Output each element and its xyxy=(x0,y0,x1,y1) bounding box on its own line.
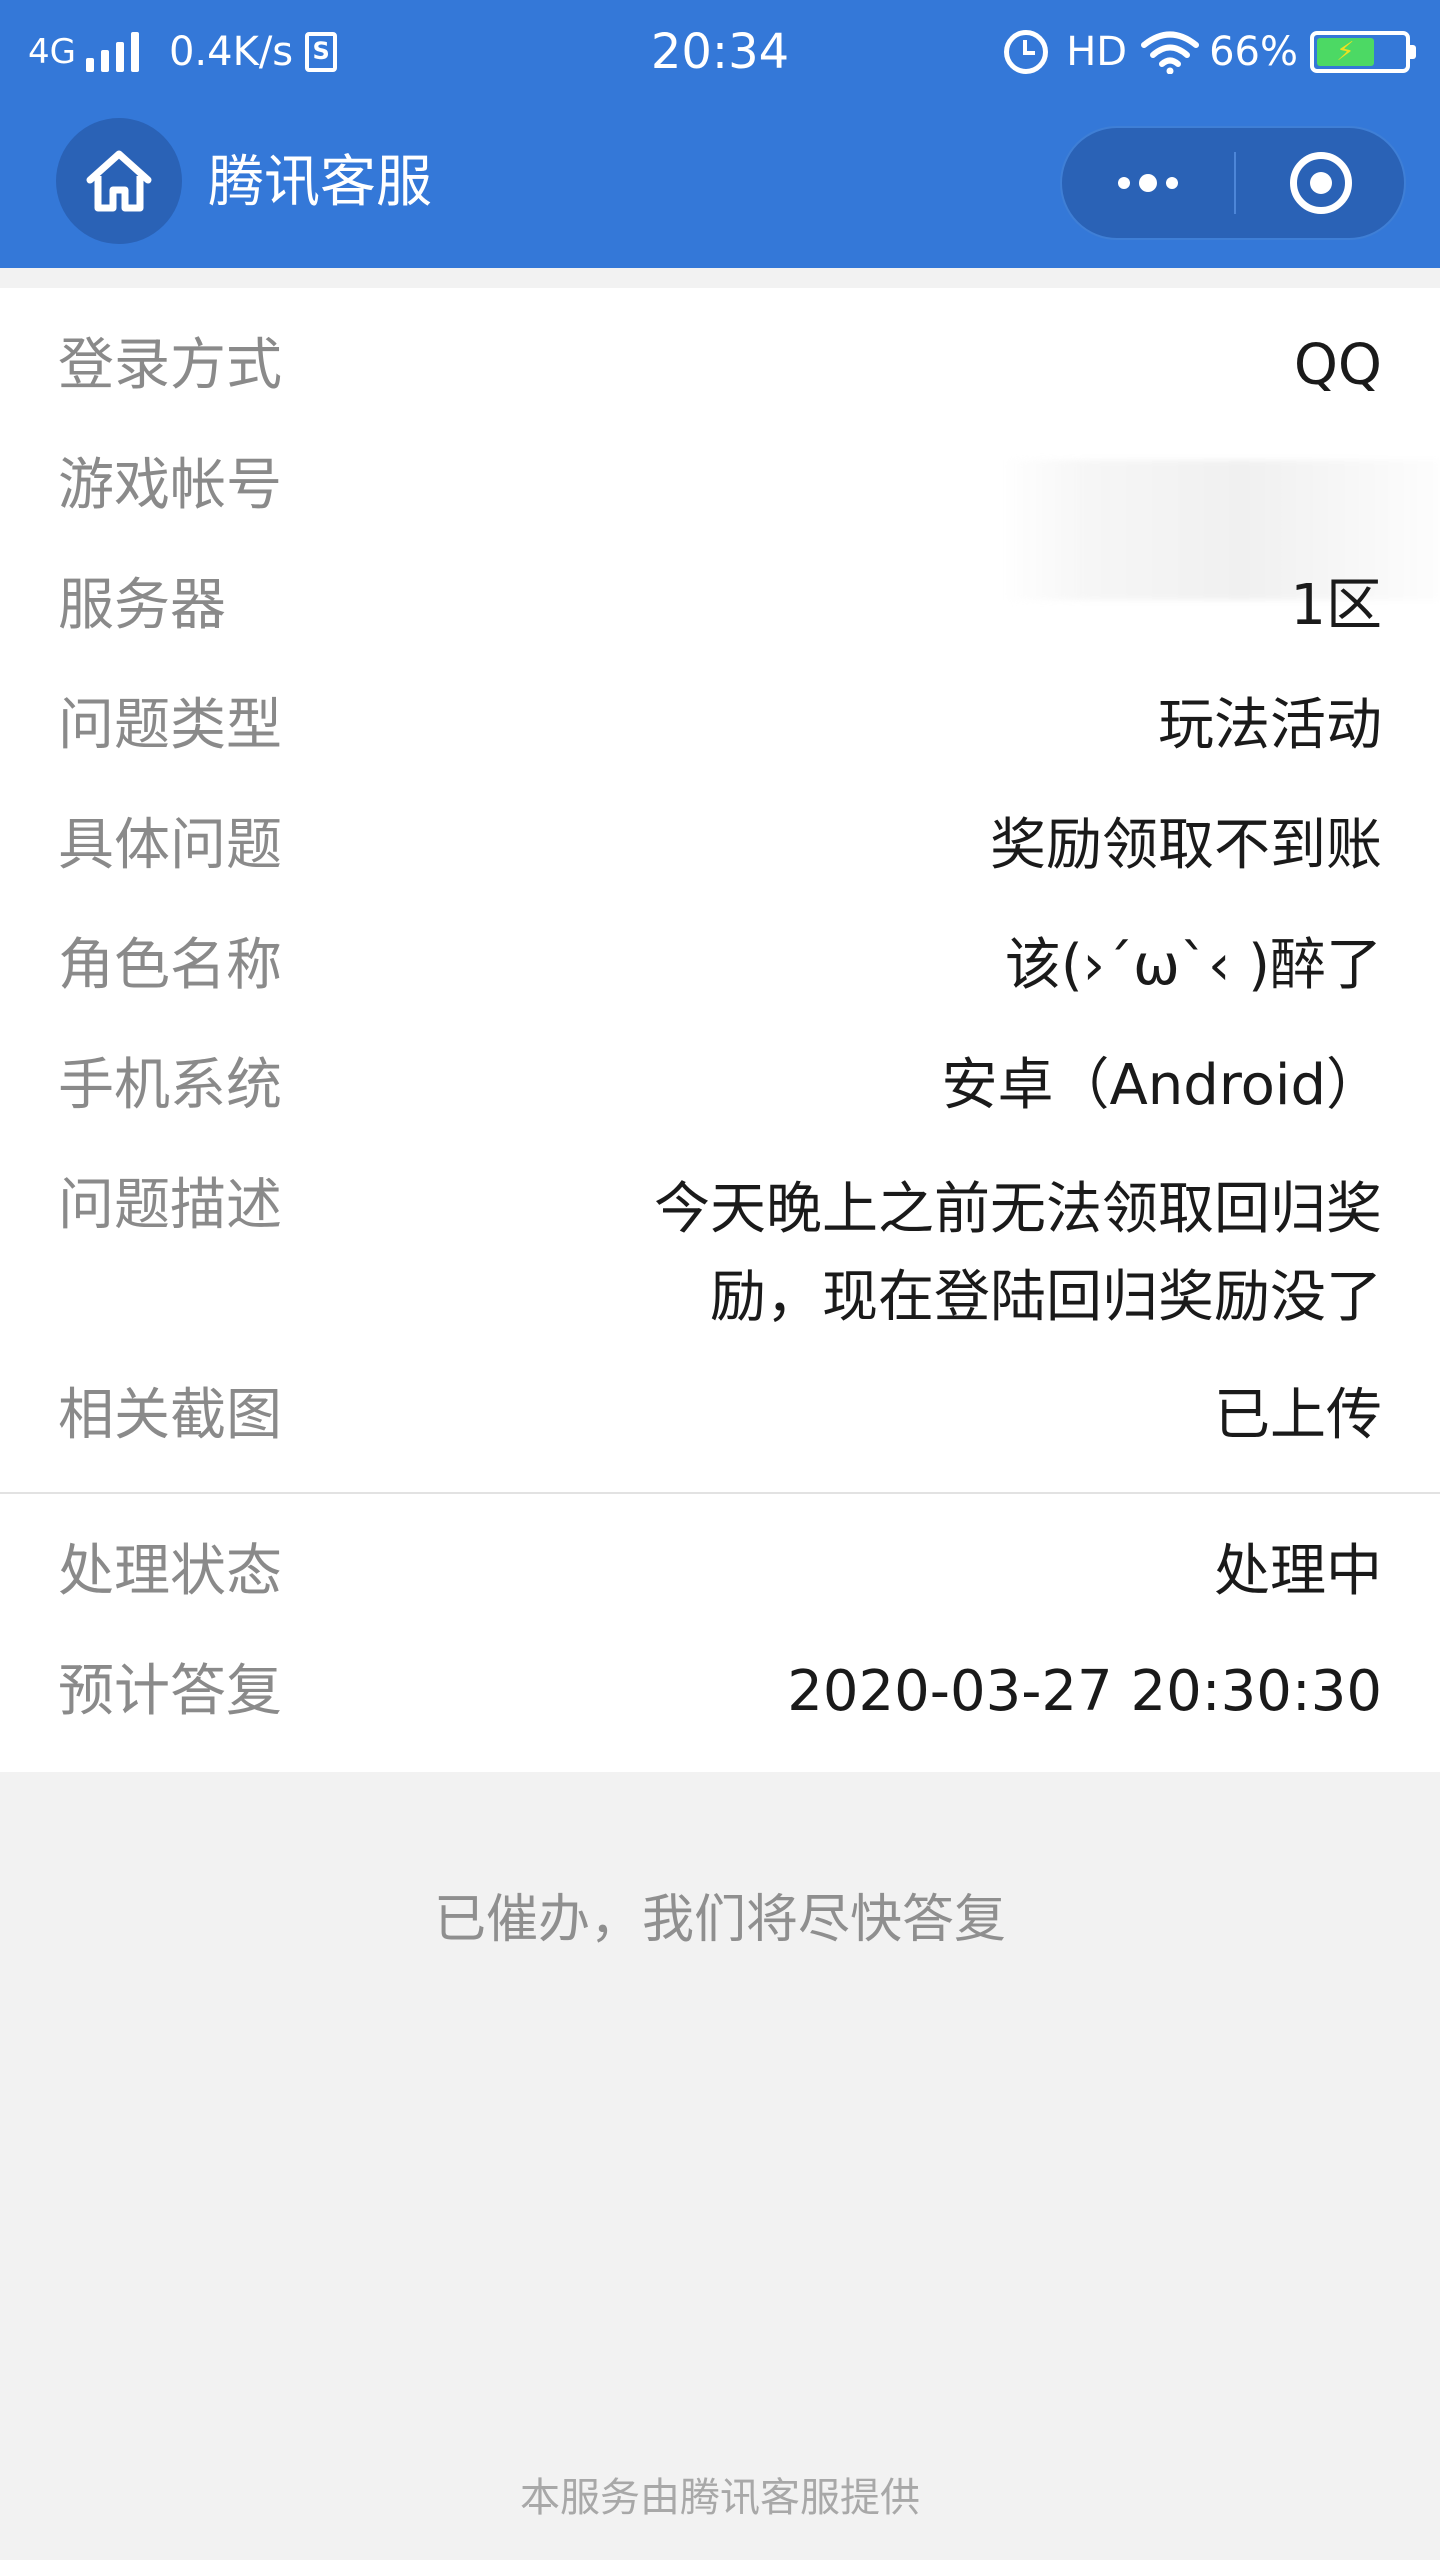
close-miniprogram-button[interactable] xyxy=(1236,128,1406,238)
row-label: 角色名称 xyxy=(58,933,282,998)
home-icon xyxy=(86,150,152,212)
home-button[interactable] xyxy=(56,118,182,244)
battery-fill: ⚡ xyxy=(1317,38,1374,66)
row-label: 登录方式 xyxy=(58,333,282,398)
row-value: 2020-03-27 20:30:30 xyxy=(787,1659,1382,1724)
section-divider xyxy=(0,1492,1440,1494)
status-bar: 4G 0.4K/s S 20:34 HD 66% ⚡ xyxy=(0,0,1440,104)
row-value: QQ xyxy=(1293,333,1382,398)
hd-indicator: HD xyxy=(1066,29,1128,75)
battery-icon: ⚡ xyxy=(1310,31,1416,73)
row-value: 已上传 xyxy=(1214,1383,1382,1448)
row-value: 今天晚上之前无法领取回归奖励，现在登陆回归奖励没了 xyxy=(654,1177,1382,1330)
target-icon xyxy=(1290,152,1352,214)
row-label: 游戏帐号 xyxy=(58,453,282,518)
row-value: 安卓（Android） xyxy=(941,1053,1382,1118)
more-button[interactable] xyxy=(1062,128,1234,238)
row-label: 相关截图 xyxy=(58,1383,282,1448)
wifi-icon xyxy=(1141,31,1200,74)
row-label: 问题类型 xyxy=(58,693,282,758)
row-value: 处理中 xyxy=(1214,1539,1382,1604)
row-label: 具体问题 xyxy=(58,813,282,878)
more-dots-icon xyxy=(1118,177,1130,189)
urge-message: 已催办，我们将尽快答复 xyxy=(433,1890,1006,1950)
row-value: 该(›´ω`‹ )醉了 xyxy=(1004,933,1382,998)
ticket-info-card: 登录方式 QQ 游戏帐号 服务器 1区 问题类型 玩法活动 具体问题 奖励领取不… xyxy=(0,288,1440,1772)
ticket-detail-page: 4G 0.4K/s S 20:34 HD 66% ⚡ 腾讯客服 登录方式 QQ … xyxy=(0,0,1440,2560)
footer-note: 本服务由腾讯客服提供 xyxy=(520,2475,920,2521)
row-label: 预计答复 xyxy=(58,1659,282,1724)
nav-bar: 腾讯客服 xyxy=(0,104,1440,268)
row-label: 处理状态 xyxy=(58,1539,282,1604)
battery-percent: 66% xyxy=(1209,29,1298,75)
page-title: 腾讯客服 xyxy=(208,150,432,215)
alarm-icon xyxy=(1004,30,1049,74)
row-value: 玩法活动 xyxy=(1158,693,1382,758)
app-header: 4G 0.4K/s S 20:34 HD 66% ⚡ 腾讯客服 xyxy=(0,0,1440,268)
row-label: 手机系统 xyxy=(58,1053,282,1118)
row-label: 问题描述 xyxy=(58,1173,282,1238)
row-value: 1区 xyxy=(1290,573,1382,638)
status-bar-right: HD 66% ⚡ xyxy=(1004,22,1416,82)
row-value: 奖励领取不到账 xyxy=(990,813,1382,878)
miniprogram-capsule xyxy=(1060,126,1406,240)
row-label: 服务器 xyxy=(58,573,226,638)
